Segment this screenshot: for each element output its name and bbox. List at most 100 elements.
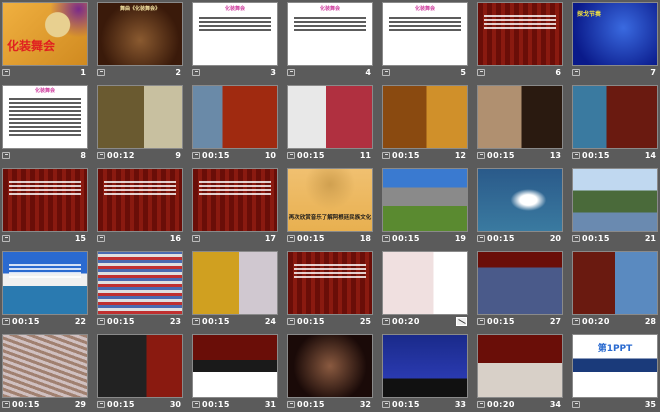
slide-transition-icon[interactable]: [382, 318, 390, 325]
slide-tile[interactable]: 00:15 11: [285, 83, 375, 163]
slide-thumbnail[interactable]: [192, 251, 278, 315]
slide-tile[interactable]: 00:15 23: [95, 249, 185, 329]
slide-thumbnail[interactable]: 化装舞会: [192, 2, 278, 66]
slide-transition-icon[interactable]: [382, 69, 390, 76]
slide-transition-icon[interactable]: [2, 69, 10, 76]
slide-tile[interactable]: 00:15 33: [380, 332, 470, 412]
slide-tile[interactable]: 00:15 29: [0, 332, 90, 412]
slide-tile[interactable]: 15: [0, 166, 90, 246]
slide-thumbnail[interactable]: [477, 85, 563, 149]
slide-transition-icon[interactable]: [572, 69, 580, 76]
slide-tile[interactable]: 00:15 21: [570, 166, 660, 246]
slide-tile[interactable]: 00:15 20: [475, 166, 565, 246]
slide-tile[interactable]: 00:15 22: [0, 249, 90, 329]
slide-tile[interactable]: 00:15 30: [95, 332, 185, 412]
slide-transition-icon[interactable]: [192, 318, 200, 325]
slide-transition-icon[interactable]: [2, 235, 10, 242]
slide-transition-icon[interactable]: [2, 318, 10, 325]
slide-thumbnail[interactable]: [477, 168, 563, 232]
slide-transition-icon[interactable]: [287, 152, 295, 159]
slide-tile[interactable]: 00:15 10: [190, 83, 280, 163]
slide-transition-icon[interactable]: [477, 69, 485, 76]
slide-thumbnail[interactable]: [382, 334, 468, 398]
slide-tile[interactable]: 16: [95, 166, 185, 246]
slide-transition-icon[interactable]: [192, 235, 200, 242]
slide-thumbnail[interactable]: [572, 168, 658, 232]
slide-transition-icon[interactable]: [572, 152, 580, 159]
slide-thumbnail[interactable]: [2, 251, 88, 315]
slide-thumbnail[interactable]: 再次欣赏音乐了解阿根廷民族文化: [287, 168, 373, 232]
slide-transition-icon[interactable]: [97, 318, 105, 325]
slide-tile[interactable]: 00:15 13: [475, 83, 565, 163]
slide-transition-icon[interactable]: [382, 235, 390, 242]
slide-thumbnail[interactable]: [477, 2, 563, 66]
slide-transition-icon[interactable]: [287, 69, 295, 76]
slide-tile[interactable]: 00:20: [380, 249, 470, 329]
slide-thumbnail[interactable]: 化装舞会: [2, 2, 88, 66]
slide-tile[interactable]: 00:15 32: [285, 332, 375, 412]
slide-thumbnail[interactable]: [477, 334, 563, 398]
slide-thumbnail[interactable]: [287, 85, 373, 149]
slide-thumbnail[interactable]: [97, 168, 183, 232]
slide-transition-icon[interactable]: [97, 152, 105, 159]
slide-tile[interactable]: 舞曲《化装舞会》 2: [95, 0, 185, 80]
slide-thumbnail[interactable]: 探戈节奏: [572, 2, 658, 66]
slide-tile[interactable]: 00:15 12: [380, 83, 470, 163]
slide-thumbnail[interactable]: 化装舞会: [382, 2, 468, 66]
slide-transition-icon[interactable]: [572, 318, 580, 325]
slide-thumbnail[interactable]: [572, 251, 658, 315]
slide-thumbnail[interactable]: [2, 334, 88, 398]
slide-thumbnail[interactable]: [382, 251, 468, 315]
slide-thumbnail[interactable]: [287, 334, 373, 398]
slide-tile[interactable]: 00:20 28: [570, 249, 660, 329]
slide-tile[interactable]: 00:15 24: [190, 249, 280, 329]
slide-transition-icon[interactable]: [2, 152, 10, 159]
slide-transition-icon[interactable]: [382, 401, 390, 408]
slide-thumbnail[interactable]: [382, 85, 468, 149]
slide-tile[interactable]: 探戈节奏 7: [570, 0, 660, 80]
slide-tile[interactable]: 化装舞会 5: [380, 0, 470, 80]
slide-thumbnail[interactable]: [572, 85, 658, 149]
slide-transition-icon[interactable]: [192, 69, 200, 76]
slide-tile[interactable]: 化装舞会 1: [0, 0, 90, 80]
slide-thumbnail[interactable]: [2, 168, 88, 232]
slide-transition-icon[interactable]: [477, 152, 485, 159]
slide-thumbnail[interactable]: [477, 251, 563, 315]
slide-tile[interactable]: 00:12 9: [95, 83, 185, 163]
slide-tile[interactable]: 00:15 25: [285, 249, 375, 329]
slide-thumbnail[interactable]: 化装舞会: [287, 2, 373, 66]
slide-transition-icon[interactable]: [382, 152, 390, 159]
slide-tile[interactable]: 00:15 14: [570, 83, 660, 163]
slide-thumbnail[interactable]: 舞曲《化装舞会》: [97, 2, 183, 66]
slide-tile[interactable]: 再次欣赏音乐了解阿根廷民族文化 00:15 18: [285, 166, 375, 246]
slide-transition-icon[interactable]: [477, 235, 485, 242]
slide-transition-icon[interactable]: [477, 401, 485, 408]
slide-transition-icon[interactable]: [97, 401, 105, 408]
slide-thumbnail[interactable]: [97, 251, 183, 315]
slide-transition-icon[interactable]: [192, 152, 200, 159]
slide-transition-icon[interactable]: [287, 235, 295, 242]
slide-thumbnail[interactable]: [192, 85, 278, 149]
slide-tile[interactable]: 第1PPT 35: [570, 332, 660, 412]
slide-transition-icon[interactable]: [2, 401, 10, 408]
slide-tile[interactable]: 化装舞会 8: [0, 83, 90, 163]
slide-thumbnail[interactable]: [382, 168, 468, 232]
slide-transition-icon[interactable]: [287, 401, 295, 408]
slide-transition-icon[interactable]: [477, 318, 485, 325]
slide-tile[interactable]: 化装舞会 4: [285, 0, 375, 80]
slide-thumbnail[interactable]: [192, 334, 278, 398]
slide-thumbnail[interactable]: 第1PPT: [572, 334, 658, 398]
slide-transition-icon[interactable]: [192, 401, 200, 408]
slide-tile[interactable]: 00:20 34: [475, 332, 565, 412]
slide-thumbnail[interactable]: [97, 334, 183, 398]
slide-thumbnail[interactable]: [192, 168, 278, 232]
slide-tile[interactable]: 化装舞会 3: [190, 0, 280, 80]
slide-tile[interactable]: 00:15 31: [190, 332, 280, 412]
slide-transition-icon[interactable]: [572, 401, 580, 408]
slide-tile[interactable]: 00:15 19: [380, 166, 470, 246]
slide-thumbnail[interactable]: [287, 251, 373, 315]
slide-transition-icon[interactable]: [97, 69, 105, 76]
slide-transition-icon[interactable]: [97, 235, 105, 242]
slide-tile[interactable]: 17: [190, 166, 280, 246]
slide-transition-icon[interactable]: [572, 235, 580, 242]
